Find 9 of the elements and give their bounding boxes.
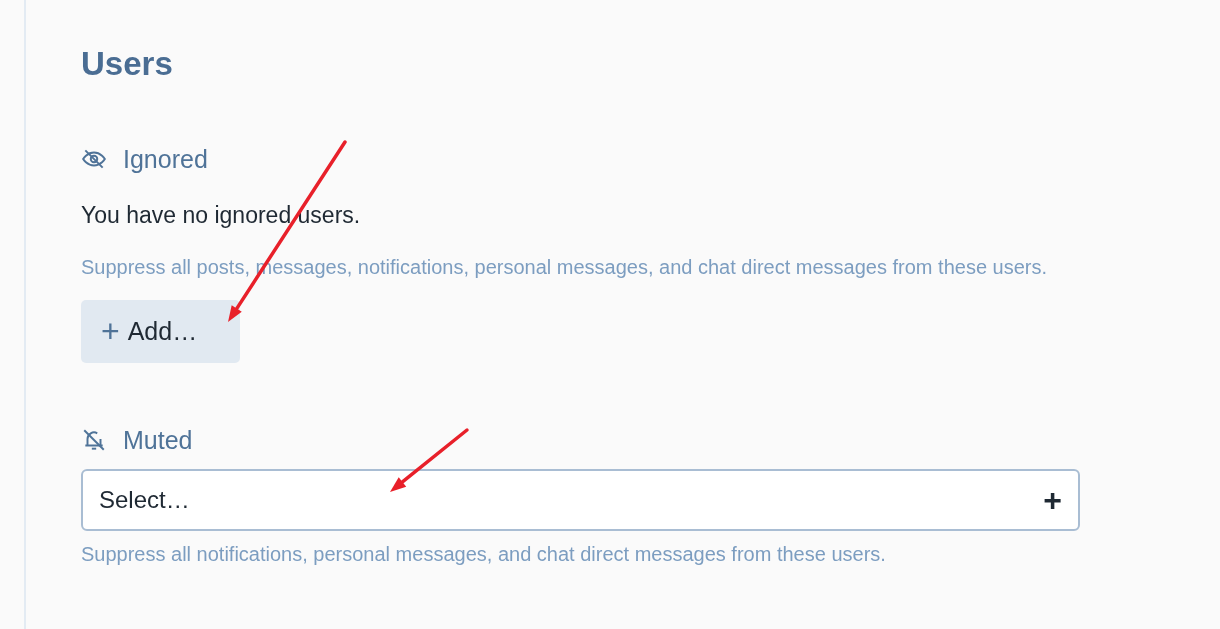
bell-slash-icon — [81, 427, 107, 453]
add-icon[interactable]: + — [1043, 481, 1062, 519]
empty-message: You have no ignored users. — [81, 201, 362, 230]
description-text: Suppress all notifications, personal messages, and chat direct messages from these users. — [81, 542, 887, 567]
muted-label: Muted — [123, 425, 193, 455]
ignored-label: Ignored — [123, 144, 208, 174]
add-button[interactable]: + Add… — [81, 300, 240, 363]
section-title: Users — [81, 44, 174, 84]
select-field[interactable]: Select… + — [81, 469, 1080, 531]
